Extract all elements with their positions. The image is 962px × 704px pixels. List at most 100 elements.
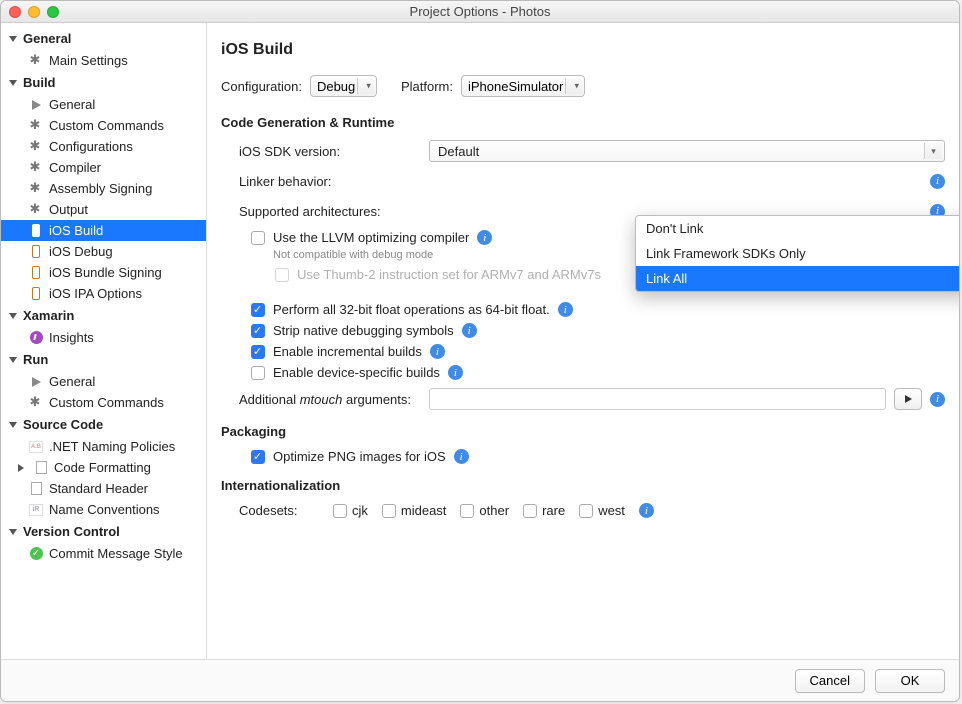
minimize-icon[interactable] — [28, 6, 40, 18]
sidebar-item-code-formatting[interactable]: Code Formatting — [1, 457, 206, 478]
codeset-label: rare — [542, 503, 565, 518]
sidebar-item-label: Custom Commands — [49, 395, 164, 410]
llvm-checkbox[interactable] — [251, 231, 265, 245]
sidebar-item-main-settings[interactable]: Main Settings — [1, 50, 206, 71]
sidebar-item-ios-ipa[interactable]: iOS IPA Options — [1, 283, 206, 304]
linker-option-link-all[interactable]: Link All — [636, 266, 959, 291]
window-title: Project Options - Photos — [1, 4, 959, 19]
incremental-checkbox[interactable] — [251, 345, 265, 359]
sidebar-item-custom-commands[interactable]: Custom Commands — [1, 115, 206, 136]
info-icon[interactable]: i — [558, 302, 573, 317]
sidebar-section-build[interactable]: Build — [1, 71, 206, 94]
info-icon[interactable]: i — [639, 503, 654, 518]
sidebar-item-label: iOS Debug — [49, 244, 113, 259]
thumb-checkbox — [275, 268, 289, 282]
cancel-button[interactable]: Cancel — [795, 669, 865, 693]
sidebar-item-ios-build[interactable]: iOS Build — [1, 220, 206, 241]
ok-button[interactable]: OK — [875, 669, 945, 693]
chevron-down-icon — [9, 36, 17, 42]
section-label: Version Control — [23, 524, 120, 539]
device-checkbox[interactable] — [251, 366, 265, 380]
codeset-label: mideast — [401, 503, 447, 518]
mtouch-label: Additional mtouch arguments: — [239, 392, 429, 407]
sidebar-item-label: General — [49, 97, 95, 112]
close-icon[interactable] — [9, 6, 21, 18]
codeset-other-checkbox[interactable] — [460, 504, 474, 518]
sidebar-item-configurations[interactable]: Configurations — [1, 136, 206, 157]
chevron-down-icon — [9, 422, 17, 428]
strip-label: Strip native debugging symbols — [273, 323, 454, 338]
sidebar-item-output[interactable]: Output — [1, 199, 206, 220]
configuration-label: Configuration: — [221, 79, 302, 94]
run-mtouch-button[interactable] — [894, 388, 922, 410]
sidebar-section-source[interactable]: Source Code — [1, 413, 206, 436]
codesets-label: Codesets: — [239, 503, 319, 518]
project-options-window: Project Options - Photos General Main Se… — [0, 0, 960, 702]
sidebar-item-label: Code Formatting — [54, 460, 151, 475]
document-icon — [34, 461, 48, 475]
info-icon[interactable]: i — [477, 230, 492, 245]
check-circle-icon: ✓ — [29, 547, 43, 561]
section-label: Build — [23, 75, 56, 90]
sidebar-item-commit-style[interactable]: ✓ Commit Message Style — [1, 543, 206, 564]
info-icon[interactable]: i — [930, 174, 945, 189]
sidebar-item-label: Main Settings — [49, 53, 128, 68]
optimize-png-checkbox[interactable] — [251, 450, 265, 464]
sidebar-item-assembly-signing[interactable]: Assembly Signing — [1, 178, 206, 199]
sidebar-section-general[interactable]: General — [1, 27, 206, 50]
codeset-cjk-checkbox[interactable] — [333, 504, 347, 518]
device-label: Enable device-specific builds — [273, 365, 440, 380]
platform-select[interactable]: iPhoneSimulator — [461, 75, 585, 97]
float-checkbox[interactable] — [251, 303, 265, 317]
sidebar-section-version-control[interactable]: Version Control — [1, 520, 206, 543]
phone-icon — [29, 266, 43, 280]
info-icon[interactable]: i — [462, 323, 477, 338]
maximize-icon[interactable] — [47, 6, 59, 18]
sidebar-item-run-custom[interactable]: Custom Commands — [1, 392, 206, 413]
info-icon[interactable]: i — [454, 449, 469, 464]
configuration-select[interactable]: Debug — [310, 75, 377, 97]
sdk-label: iOS SDK version: — [239, 144, 429, 159]
thumb-label: Use Thumb-2 instruction set for ARMv7 an… — [297, 267, 601, 282]
sidebar-item-label: Configurations — [49, 139, 133, 154]
sidebar-section-xamarin[interactable]: Xamarin — [1, 304, 206, 327]
sidebar-item-run-general[interactable]: General — [1, 371, 206, 392]
document-icon — [29, 482, 43, 496]
codeset-rare-checkbox[interactable] — [523, 504, 537, 518]
sidebar-item-label: General — [49, 374, 95, 389]
sidebar-item-insights[interactable]: Insights — [1, 327, 206, 348]
sidebar-item-label: Name Conventions — [49, 502, 160, 517]
sidebar-item-label: .NET Naming Policies — [49, 439, 175, 454]
sidebar-item-ios-debug[interactable]: iOS Debug — [1, 241, 206, 262]
info-icon[interactable]: i — [448, 365, 463, 380]
phone-icon — [29, 245, 43, 259]
sidebar-item-standard-header[interactable]: Standard Header — [1, 478, 206, 499]
section-label: Run — [23, 352, 48, 367]
play-icon — [29, 98, 43, 112]
mtouch-input[interactable] — [429, 388, 886, 410]
incremental-label: Enable incremental builds — [273, 344, 422, 359]
insights-icon — [29, 331, 43, 345]
chevron-down-icon — [9, 313, 17, 319]
phone-icon — [29, 224, 43, 238]
codeset-west-checkbox[interactable] — [579, 504, 593, 518]
sidebar-item-name-conventions[interactable]: iR Name Conventions — [1, 499, 206, 520]
sidebar-item-label: iOS Bundle Signing — [49, 265, 162, 280]
info-icon[interactable]: i — [930, 392, 945, 407]
gear-icon — [30, 119, 43, 132]
sidebar-item-compiler[interactable]: Compiler — [1, 157, 206, 178]
intl-section-title: Internationalization — [221, 478, 945, 493]
sidebar-item-label: Compiler — [49, 160, 101, 175]
codeset-mideast-checkbox[interactable] — [382, 504, 396, 518]
arch-label: Supported architectures: — [239, 204, 429, 219]
sdk-select[interactable]: Default ▾ — [429, 140, 945, 162]
sidebar-item-general[interactable]: General — [1, 94, 206, 115]
linker-option-framework-only[interactable]: Link Framework SDKs Only — [636, 241, 959, 266]
strip-checkbox[interactable] — [251, 324, 265, 338]
sidebar-item-ios-bundle-signing[interactable]: iOS Bundle Signing — [1, 262, 206, 283]
info-icon[interactable]: i — [430, 344, 445, 359]
sidebar-section-run[interactable]: Run — [1, 348, 206, 371]
abc-icon: A.B — [29, 440, 43, 454]
sidebar-item-naming-policies[interactable]: A.B .NET Naming Policies — [1, 436, 206, 457]
linker-option-dont-link[interactable]: Don't Link — [636, 216, 959, 241]
